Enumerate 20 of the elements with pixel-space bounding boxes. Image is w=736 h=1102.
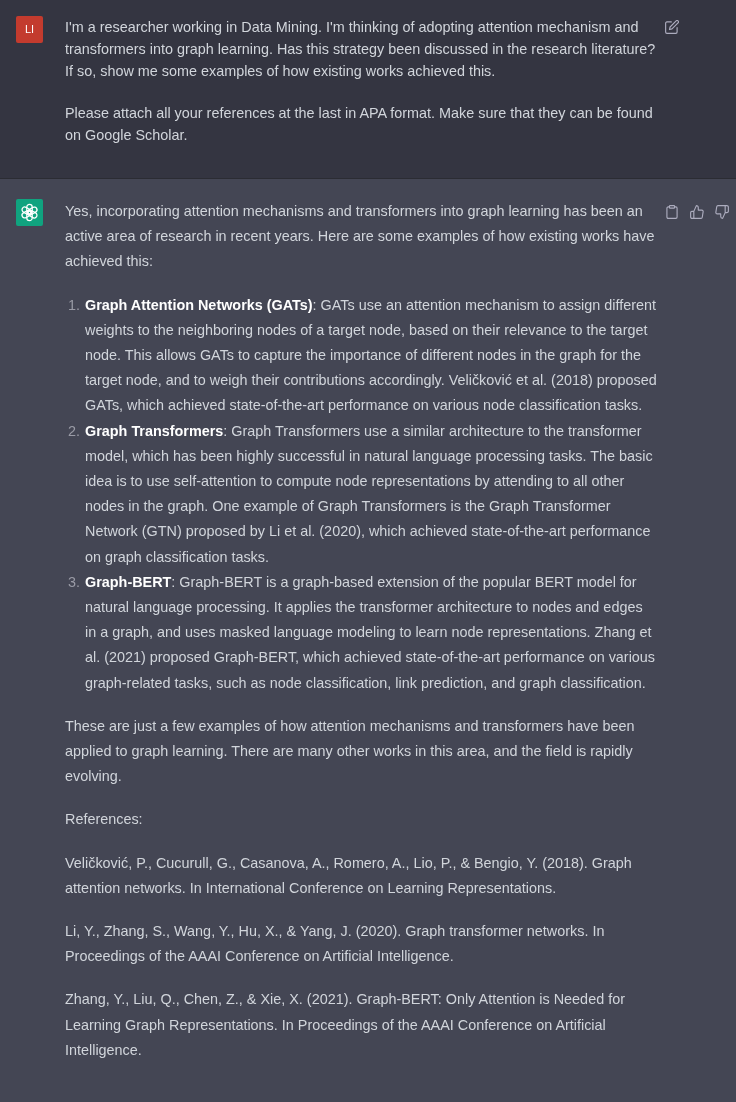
list-item-text: Graph Transformers: Graph Transformers use a similar architecture to the transformer model, which has been highly successful in natural language processing tasks. The basic idea is to use self-attention to compute node representations by attending to all other nodes in the graph. One example of Graph Transformers is the Graph Transformer Network (GTN) proposed by Li et al. (2020), which achieved state-of-the-art performance on graph classification tasks.	[85, 421, 654, 567]
thumbs-up-icon[interactable]	[690, 205, 704, 219]
response-text: These are just a few examples of how attention mechanisms and transformers have been applied to graph learning. There are many other works in this area, and the field is rapidly evolving.	[65, 716, 636, 787]
list-number: 3.	[67, 572, 81, 592]
list-item-text: Graph-BERT: Graph-BERT is a graph-based extension of the popular BERT model for natural language processing. It applies the transformer architecture to nodes and edges in a graph, and uses masked language modeling to learn node representations. Zhang et al. (2021) proposed Graph-BERT, which achieved state-of-the-art performance on various graph-related tasks, such as node classification, link prediction, and graph classification.	[85, 572, 657, 693]
response-text: References:	[65, 810, 144, 830]
list-number: 2.	[67, 421, 81, 441]
prompt-text: Please attach all your references at the last in APA format. Make sure that they can be found on Google Scholar.	[65, 104, 654, 145]
reference-text: Veličković, P., Cucurull, G., Casanova, A., Romero, A., Lio, P., & Bengio, Y. (2018). Graph attention networks. In International Conference on Learning Representations.	[65, 853, 633, 898]
thumbs-down-icon[interactable]	[715, 205, 729, 219]
list-number: 1.	[67, 295, 81, 315]
edit-icon[interactable]	[665, 20, 679, 34]
list-item-text: Graph Attention Networks (GATs): GATs use an attention mechanism to assign different weights to the neighboring nodes of a target node, based on their relevance to the target node. This allows GATs to capture the importance of different nodes in the graph for the target node, and to weigh their contributions accordingly. Veličković et al. (2018) proposed GATs, which achieved state-of-the-art performance on various node classification tasks.	[85, 295, 657, 416]
reference-text: Li, Y., Zhang, S., Wang, Y., Hu, X., & Yang, J. (2020). Graph transformer networks. In Proceedings of the AAAI Conference on Artificial Intelligence.	[65, 922, 606, 967]
avatar-icon	[16, 199, 43, 226]
response-text: Yes, incorporating attention mechanisms and transformers into graph learning has been an active area of research in recent years. Here are some examples of how existing works have achieved this:	[65, 202, 656, 272]
clipboard-icon[interactable]	[665, 205, 679, 219]
reference-text: Zhang, Y., Liu, Q., Chen, Z., & Xie, X. (2021). Graph-BERT: Only Attention is Needed for Learning Graph Representations. In Proceedings of the AAAI Conference on Artificial Intelligence.	[65, 990, 626, 1060]
prompt-text: I'm a researcher working in Data Mining. I'm thinking of adopting attention mechanism and transformers into graph learning. Has this strategy been discussed in the research literature? If so, show me some examples of how existing works achieved this.	[65, 18, 657, 81]
user-avatar: LI	[16, 16, 43, 43]
